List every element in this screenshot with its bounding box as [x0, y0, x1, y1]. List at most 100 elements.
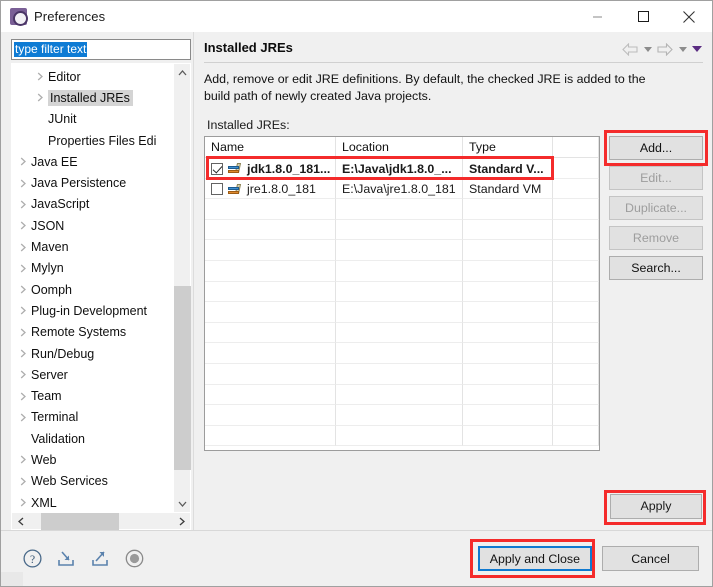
search-button[interactable]: Search... [609, 256, 703, 280]
tree-expand-icon[interactable] [16, 498, 31, 507]
empty-cell [463, 425, 553, 447]
table-empty-row [205, 384, 599, 406]
tree-item-label: JavaScript [31, 197, 90, 212]
export-icon[interactable] [89, 548, 111, 570]
forward-dropdown-icon[interactable] [676, 40, 689, 58]
cell-name[interactable]: jdk1.8.0_181... [205, 158, 336, 179]
tree-item-label: JUnit [48, 112, 77, 127]
tree-expand-icon[interactable] [33, 93, 48, 102]
tree-expand-icon[interactable] [16, 179, 31, 188]
sidebar-item-team[interactable]: Team [12, 385, 173, 406]
sidebar-item-run-debug[interactable]: Run/Debug [12, 343, 173, 364]
scroll-up-icon[interactable] [174, 64, 191, 81]
maximize-icon[interactable] [620, 1, 666, 32]
sidebar-item-web-services[interactable]: Web Services [12, 471, 173, 492]
tree-expand-icon[interactable] [16, 349, 31, 358]
record-icon[interactable] [123, 548, 145, 570]
back-dropdown-icon[interactable] [641, 40, 654, 58]
sidebar-item-mylyn[interactable]: Mylyn [12, 258, 173, 279]
sidebar-item-junit[interactable]: JUnit [12, 109, 173, 130]
sidebar-item-terminal[interactable]: Terminal [12, 407, 173, 428]
scroll-right-icon[interactable] [173, 513, 190, 530]
filter-input[interactable]: type filter text [14, 42, 88, 57]
cell-filler [553, 178, 599, 200]
tree-expand-icon[interactable] [16, 392, 31, 401]
tree-item-label: Web Services [31, 474, 108, 489]
sidebar-item-web[interactable]: Web [12, 449, 173, 470]
scroll-left-icon[interactable] [12, 513, 29, 530]
sidebar-item-javascript[interactable]: JavaScript [12, 194, 173, 215]
view-menu-icon[interactable] [690, 40, 703, 58]
cancel-button[interactable]: Cancel [602, 546, 699, 571]
sidebar-item-properties-files-edi[interactable]: Properties Files Edi [12, 130, 173, 151]
tree-expand-icon[interactable] [16, 243, 31, 252]
empty-cell [205, 219, 336, 241]
window-title: Preferences [34, 9, 106, 24]
close-icon[interactable] [666, 1, 712, 32]
table-body: jdk1.8.0_181... E:\Java\jdk1.8.0_... Stand… [205, 158, 599, 447]
dialog-body: type filter text Editor Installed JREs JUn… [1, 32, 712, 530]
column-header-location[interactable]: Location [336, 137, 463, 157]
tree-expand-icon[interactable] [16, 264, 31, 273]
empty-cell [553, 363, 599, 385]
empty-cell [553, 302, 599, 323]
add-button[interactable]: Add... [609, 136, 703, 160]
tree-item-label: XML [31, 495, 57, 510]
tree-expand-icon[interactable] [16, 157, 31, 166]
empty-cell [553, 343, 599, 364]
tree-expand-icon[interactable] [16, 413, 31, 422]
scroll-down-icon[interactable] [174, 495, 191, 512]
tree-hscroll-thumb[interactable] [41, 513, 119, 530]
apply-button[interactable]: Apply [610, 493, 702, 519]
cell-location: E:\Java\jre1.8.0_181 [336, 178, 463, 200]
table-row[interactable]: jdk1.8.0_181... E:\Java\jdk1.8.0_... Stand… [205, 158, 599, 179]
sidebar-item-server[interactable]: Server [12, 364, 173, 385]
preferences-tree: Editor Installed JREs JUnit Properties File… [11, 63, 191, 530]
tree-expand-icon[interactable] [16, 306, 31, 315]
sidebar-item-maven[interactable]: Maven [12, 236, 173, 257]
help-icon[interactable]: ? [21, 548, 43, 570]
tree-expand-icon[interactable] [16, 328, 31, 337]
tree-expand-icon[interactable] [16, 370, 31, 379]
sidebar-item-plug-in-development[interactable]: Plug-in Development [12, 300, 173, 321]
sidebar-item-java-persistence[interactable]: Java Persistence [12, 172, 173, 193]
tree-expand-icon[interactable] [16, 455, 31, 464]
tree-item-label: Server [31, 367, 68, 382]
tree-horizontal-scrollbar[interactable] [12, 512, 190, 530]
sidebar-item-xml[interactable]: XML [12, 492, 173, 512]
forward-arrow-icon[interactable] [655, 40, 675, 58]
tree-expand-icon[interactable] [16, 477, 31, 486]
minimize-icon[interactable] [574, 1, 620, 32]
empty-cell [205, 240, 336, 261]
filter-input-wrapper[interactable]: type filter text [11, 39, 191, 60]
empty-cell [463, 219, 553, 241]
tree-expand-icon[interactable] [16, 285, 31, 294]
table-row[interactable]: jre1.8.0_181 E:\Java\jre1.8.0_181 Standard… [205, 178, 599, 200]
sidebar-item-json[interactable]: JSON [12, 215, 173, 236]
sidebar-item-validation[interactable]: Validation [12, 428, 173, 449]
jre-checkbox[interactable] [211, 162, 223, 175]
tree-vertical-scrollbar[interactable] [173, 64, 191, 512]
sidebar-item-remote-systems[interactable]: Remote Systems [12, 322, 173, 343]
sidebar-item-installed-jres[interactable]: Installed JREs [12, 87, 173, 108]
column-header-name[interactable]: Name [205, 137, 336, 157]
tree-scroll-thumb[interactable] [174, 286, 191, 470]
sidebar-item-oomph[interactable]: Oomph [12, 279, 173, 300]
cell-name[interactable]: jre1.8.0_181 [205, 178, 336, 200]
jre-checkbox[interactable] [211, 183, 223, 196]
apply-and-close-button[interactable]: Apply and Close [477, 546, 592, 571]
tree-expand-icon[interactable] [16, 221, 31, 230]
tree-expand-icon[interactable] [16, 200, 31, 209]
sidebar-item-java-ee[interactable]: Java EE [12, 151, 173, 172]
sidebar-item-editor[interactable]: Editor [12, 66, 173, 87]
back-arrow-icon[interactable] [620, 40, 640, 58]
jre-table[interactable]: Name Location Type jdk1.8.0_181... E:\Java\… [204, 136, 600, 451]
tree-expand-icon[interactable] [33, 72, 48, 81]
empty-cell [336, 240, 463, 261]
import-icon[interactable] [55, 548, 77, 570]
column-header-type[interactable]: Type [463, 137, 553, 157]
title-bar: Preferences [1, 1, 712, 32]
table-empty-row [205, 425, 599, 447]
tree-item-label: Java Persistence [31, 176, 127, 191]
tree-item-label: Editor [48, 69, 81, 84]
